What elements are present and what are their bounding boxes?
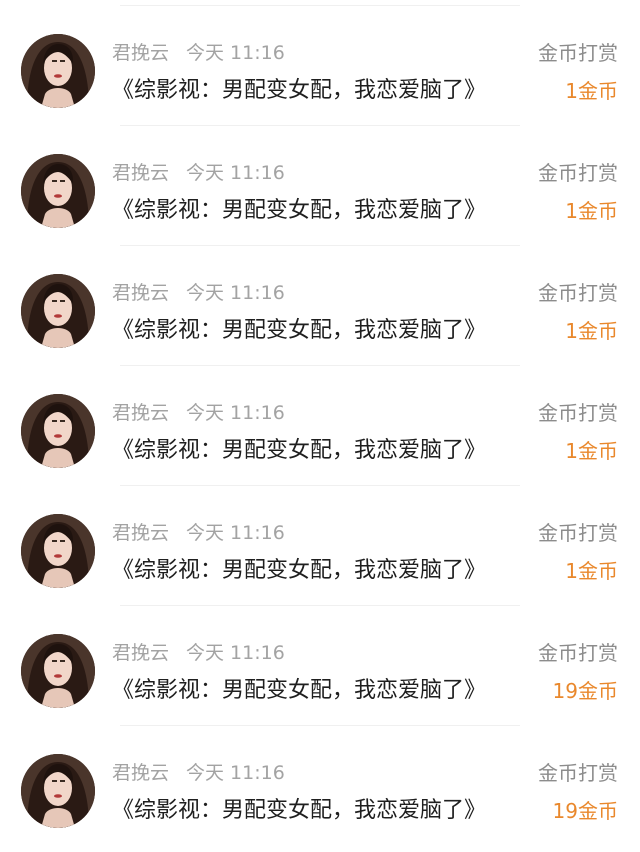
avatar-portrait-icon	[21, 514, 95, 588]
user-name[interactable]: 君挽云	[112, 282, 169, 304]
avatar-portrait-icon	[21, 154, 95, 228]
reward-amount: 1金币	[565, 319, 618, 343]
avatar[interactable]	[21, 754, 95, 828]
timestamp: 今天 11:16	[186, 762, 285, 784]
avatar-portrait-icon	[21, 634, 95, 708]
book-title[interactable]: 《综影视：男配变女配，我恋爱脑了》	[112, 75, 486, 107]
avatar[interactable]	[21, 34, 95, 108]
row-meta: 君挽云 今天 11:16	[112, 519, 285, 547]
reward-list: 君挽云 今天 11:16 《综影视：男配变女配，我恋爱脑了》 金币打赏 1金币 君…	[0, 0, 640, 852]
reward-amount: 1金币	[565, 199, 618, 223]
reward-row[interactable]: 君挽云 今天 11:16 《综影视：男配变女配，我恋爱脑了》 金币打赏 1金币	[0, 6, 640, 126]
reward-label: 金币打赏	[538, 761, 618, 785]
user-name[interactable]: 君挽云	[112, 762, 169, 784]
timestamp: 今天 11:16	[186, 42, 285, 64]
reward-row[interactable]: 君挽云 今天 11:16 《综影视：男配变女配，我恋爱脑了》 金币打赏 1金币	[0, 486, 640, 606]
timestamp: 今天 11:16	[186, 162, 285, 184]
reward-amount: 1金币	[565, 439, 618, 463]
avatar-portrait-icon	[21, 34, 95, 108]
reward-row[interactable]: 君挽云 今天 11:16 《综影视：男配变女配，我恋爱脑了》 金币打赏 1金币	[0, 246, 640, 366]
avatar[interactable]	[21, 634, 95, 708]
timestamp: 今天 11:16	[186, 642, 285, 664]
avatar-portrait-icon	[21, 394, 95, 468]
user-name[interactable]: 君挽云	[112, 402, 169, 424]
book-title[interactable]: 《综影视：男配变女配，我恋爱脑了》	[112, 195, 486, 227]
reward-amount: 1金币	[565, 79, 618, 103]
user-name[interactable]: 君挽云	[112, 162, 169, 184]
user-name[interactable]: 君挽云	[112, 42, 169, 64]
reward-amount: 19金币	[552, 679, 618, 703]
book-title[interactable]: 《综影视：男配变女配，我恋爱脑了》	[112, 795, 486, 827]
row-meta: 君挽云 今天 11:16	[112, 639, 285, 667]
reward-label: 金币打赏	[538, 41, 618, 65]
timestamp: 今天 11:16	[186, 522, 285, 544]
reward-label: 金币打赏	[538, 521, 618, 545]
reward-amount: 1金币	[565, 559, 618, 583]
reward-amount: 19金币	[552, 799, 618, 823]
row-meta: 君挽云 今天 11:16	[112, 759, 285, 787]
avatar[interactable]	[21, 274, 95, 348]
timestamp: 今天 11:16	[186, 282, 285, 304]
avatar-portrait-icon	[21, 274, 95, 348]
timestamp: 今天 11:16	[186, 402, 285, 424]
user-name[interactable]: 君挽云	[112, 522, 169, 544]
book-title[interactable]: 《综影视：男配变女配，我恋爱脑了》	[112, 315, 486, 347]
avatar[interactable]	[21, 394, 95, 468]
row-meta: 君挽云 今天 11:16	[112, 159, 285, 187]
user-name[interactable]: 君挽云	[112, 642, 169, 664]
reward-row[interactable]: 君挽云 今天 11:16 《综影视：男配变女配，我恋爱脑了》 金币打赏 19金币	[0, 726, 640, 846]
reward-label: 金币打赏	[538, 161, 618, 185]
avatar-portrait-icon	[21, 754, 95, 828]
book-title[interactable]: 《综影视：男配变女配，我恋爱脑了》	[112, 435, 486, 467]
row-meta: 君挽云 今天 11:16	[112, 279, 285, 307]
avatar[interactable]	[21, 514, 95, 588]
reward-label: 金币打赏	[538, 281, 618, 305]
reward-label: 金币打赏	[538, 401, 618, 425]
row-meta: 君挽云 今天 11:16	[112, 399, 285, 427]
reward-label: 金币打赏	[538, 641, 618, 665]
avatar[interactable]	[21, 154, 95, 228]
reward-row[interactable]: 君挽云 今天 11:16 《综影视：男配变女配，我恋爱脑了》 金币打赏 19金币	[0, 606, 640, 726]
book-title[interactable]: 《综影视：男配变女配，我恋爱脑了》	[112, 675, 486, 707]
reward-row[interactable]: 君挽云 今天 11:16 《综影视：男配变女配，我恋爱脑了》 金币打赏 1金币	[0, 366, 640, 486]
book-title[interactable]: 《综影视：男配变女配，我恋爱脑了》	[112, 555, 486, 587]
row-meta: 君挽云 今天 11:16	[112, 39, 285, 67]
reward-row[interactable]: 君挽云 今天 11:16 《综影视：男配变女配，我恋爱脑了》 金币打赏 1金币	[0, 126, 640, 246]
